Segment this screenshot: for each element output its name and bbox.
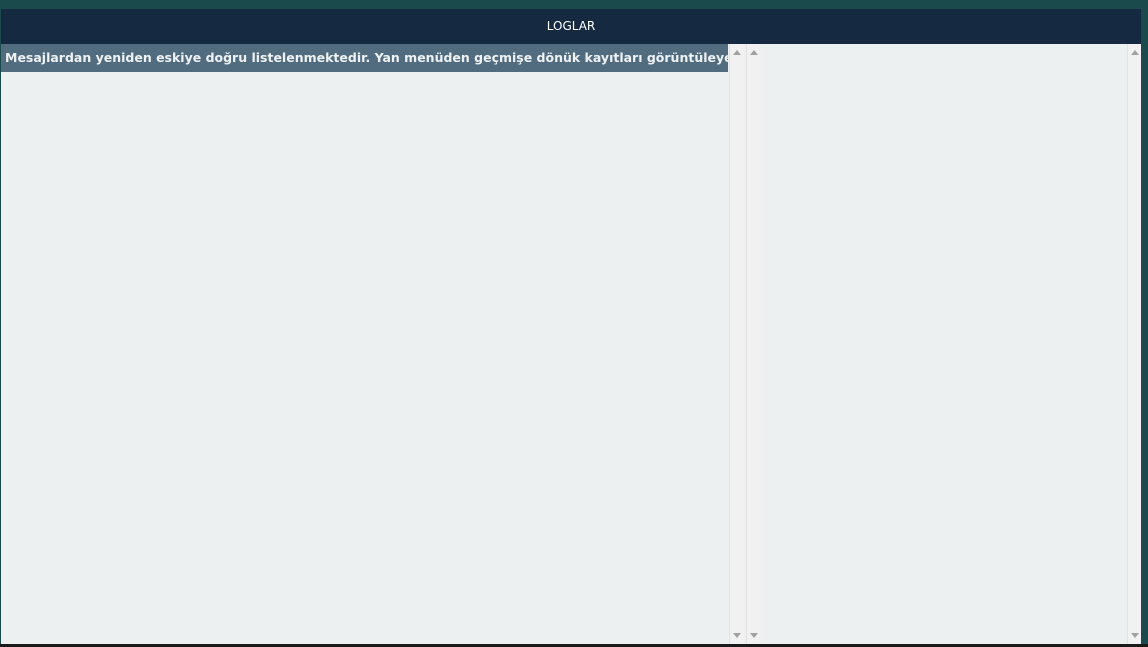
scroll-down-icon[interactable]	[1131, 633, 1139, 638]
log-window: LOGLAR Mesajlardan yeniden eskiye doğru …	[1, 9, 1142, 644]
detail-pane-scrollbar[interactable]	[1127, 44, 1142, 644]
window-edge	[1141, 9, 1148, 647]
window-title: LOGLAR	[1, 9, 1141, 44]
scroll-down-icon[interactable]	[733, 633, 741, 638]
detail-pane[interactable]	[761, 44, 1127, 644]
scroll-up-icon[interactable]	[1131, 50, 1139, 55]
log-list-scrollbar[interactable]	[729, 44, 744, 644]
scroll-up-icon[interactable]	[733, 50, 741, 55]
log-list[interactable]: Mesajlardan yeniden eskiye doğru listele…	[1, 44, 728, 644]
list-item[interactable]: Mesajlardan yeniden eskiye doğru listele…	[1, 44, 728, 72]
scroll-down-icon[interactable]	[750, 633, 758, 638]
detail-pane-scrollbar-left[interactable]	[746, 44, 761, 644]
scroll-up-icon[interactable]	[750, 50, 758, 55]
